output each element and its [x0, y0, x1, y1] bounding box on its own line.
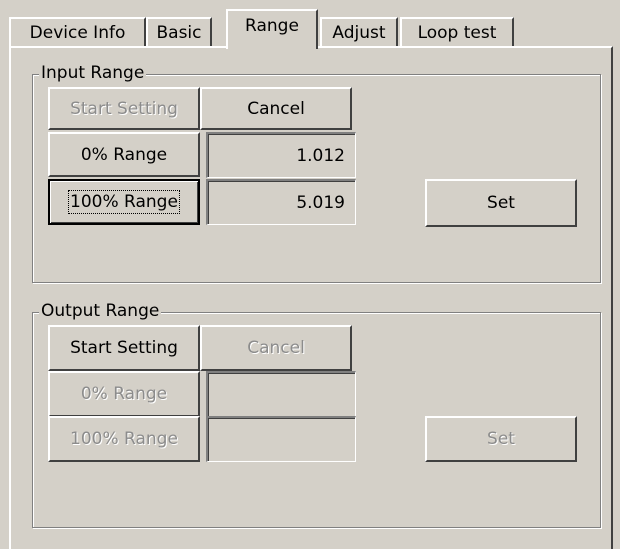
- input-zero-range-value-text: 1.012: [296, 145, 345, 166]
- output-hundred-range-label: 100% Range: [70, 429, 178, 449]
- input-zero-range-button[interactable]: 0% Range: [48, 132, 200, 177]
- input-hundred-range-value-text: 5.019: [296, 192, 345, 213]
- input-hundred-range-value: 5.019: [206, 179, 356, 225]
- output-cancel-button[interactable]: Cancel: [200, 325, 352, 371]
- output-start-setting-label: Start Setting: [70, 338, 178, 358]
- output-zero-range-value: [206, 371, 356, 417]
- input-set-button[interactable]: Set: [425, 179, 577, 227]
- tab-adjust-label: Adjust: [332, 23, 386, 43]
- input-cancel-button[interactable]: Cancel: [200, 87, 352, 130]
- input-hundred-range-button[interactable]: 100% Range: [48, 179, 200, 225]
- tab-basic-label: Basic: [156, 23, 202, 43]
- input-zero-range-value: 1.012: [206, 132, 356, 178]
- tab-range-label: Range: [245, 16, 299, 36]
- tab-device-info-label: Device Info: [29, 23, 126, 43]
- output-hundred-range-button[interactable]: 100% Range: [48, 416, 200, 462]
- input-start-setting-button[interactable]: Start Setting: [48, 87, 200, 130]
- tab-device-info[interactable]: Device Info: [9, 17, 146, 47]
- input-start-setting-label: Start Setting: [70, 98, 178, 119]
- output-set-button[interactable]: Set: [425, 416, 577, 462]
- output-set-label: Set: [487, 429, 515, 449]
- output-range-title: Output Range: [39, 301, 162, 321]
- input-cancel-label: Cancel: [247, 98, 305, 119]
- output-hundred-range-value: [206, 416, 356, 462]
- tab-range[interactable]: Range: [226, 9, 318, 49]
- output-cancel-label: Cancel: [247, 338, 305, 358]
- tab-loop-test-label: Loop test: [417, 23, 497, 43]
- input-set-label: Set: [487, 193, 515, 213]
- input-zero-range-label: 0% Range: [80, 144, 168, 165]
- input-range-title: Input Range: [39, 63, 147, 83]
- input-hundred-range-label: 100% Range: [68, 190, 180, 214]
- output-start-setting-button[interactable]: Start Setting: [48, 325, 200, 371]
- tab-basic[interactable]: Basic: [146, 17, 212, 47]
- tab-loop-test[interactable]: Loop test: [400, 17, 514, 47]
- output-zero-range-button[interactable]: 0% Range: [48, 371, 200, 417]
- output-zero-range-label: 0% Range: [80, 384, 168, 404]
- tab-adjust[interactable]: Adjust: [320, 17, 398, 47]
- range-tab-panel: Input Range Start Setting Cancel 0% Rang…: [9, 46, 613, 549]
